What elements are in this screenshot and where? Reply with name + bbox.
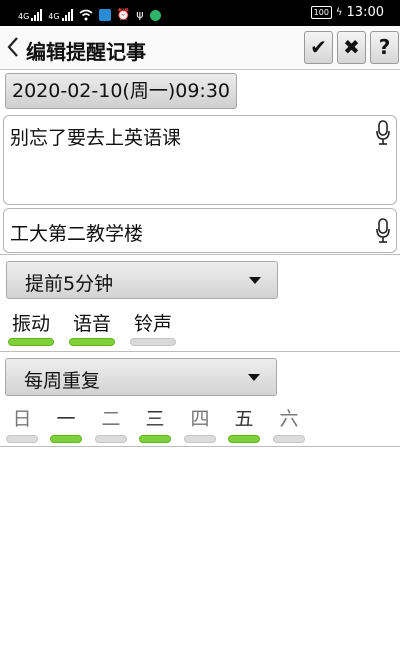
day-label: 一 xyxy=(56,408,76,430)
toggle-label: 语音 xyxy=(72,313,111,335)
microphone-icon[interactable] xyxy=(376,120,390,146)
status-right: 100 ϟ 13:00 xyxy=(310,5,384,20)
day-indicator xyxy=(273,435,305,443)
charging-icon: ϟ xyxy=(335,7,343,18)
advance-time-dropdown[interactable]: 提前5分钟 xyxy=(6,261,278,299)
toggle-label: 铃声 xyxy=(133,313,172,335)
content-text: 别忘了要去上英语课 xyxy=(10,127,182,149)
page-title: 编辑提醒记事 xyxy=(26,40,146,64)
day-toggle-sun[interactable]: 日 xyxy=(6,404,38,443)
toggle-indicator xyxy=(8,338,54,346)
divider xyxy=(0,351,400,352)
toggle-label: 振动 xyxy=(11,313,50,335)
help-button[interactable]: ? xyxy=(370,31,399,64)
toggle-voice[interactable]: 语音 xyxy=(69,309,115,346)
day-toggle-thu[interactable]: 四 xyxy=(184,404,216,443)
day-indicator xyxy=(50,435,82,443)
day-toggle-tue[interactable]: 二 xyxy=(95,404,127,443)
day-label: 四 xyxy=(190,408,210,430)
signal-label: 4G xyxy=(48,12,60,21)
day-indicator xyxy=(184,435,216,443)
back-arrow-icon[interactable] xyxy=(4,35,22,59)
day-label: 六 xyxy=(279,408,299,430)
signal-icon: 4G xyxy=(18,9,43,21)
day-toggle-sat[interactable]: 六 xyxy=(273,404,305,443)
day-label: 二 xyxy=(101,408,121,430)
day-toggle-fri[interactable]: 五 xyxy=(228,404,260,443)
app-dot-icon xyxy=(149,10,161,21)
day-indicator xyxy=(6,435,38,443)
content-field[interactable]: 别忘了要去上英语课 xyxy=(3,115,397,205)
clock: 13:00 xyxy=(346,5,384,20)
alarm-icon: ⏰ xyxy=(116,8,131,21)
title-bar: 编辑提醒记事 ✔ ✖ ? xyxy=(0,26,400,70)
divider xyxy=(0,446,400,447)
day-label: 日 xyxy=(12,408,32,430)
signal-icon: 4G xyxy=(48,9,73,21)
divider xyxy=(0,254,400,255)
dropdown-arrow-icon xyxy=(249,277,261,284)
microphone-icon[interactable] xyxy=(376,218,390,244)
battery-icon: 100 xyxy=(310,6,332,19)
signal-label: 4G xyxy=(18,12,30,21)
app-icon xyxy=(98,9,111,21)
datetime-button[interactable]: 2020-02-10(周一)09:30 xyxy=(5,73,237,109)
usb-icon: ψ xyxy=(136,8,144,21)
repeat-value: 每周重复 xyxy=(24,370,101,392)
confirm-button[interactable]: ✔ xyxy=(304,31,333,64)
location-text: 工大第二教学楼 xyxy=(10,223,144,245)
cancel-button[interactable]: ✖ xyxy=(337,31,366,64)
toggle-ringtone[interactable]: 铃声 xyxy=(130,309,176,346)
wifi-icon xyxy=(79,9,93,21)
day-label: 三 xyxy=(145,408,165,430)
day-indicator xyxy=(139,435,171,443)
toggle-indicator xyxy=(130,338,176,346)
location-field[interactable]: 工大第二教学楼 xyxy=(3,208,397,253)
status-bar: 4G 4G ⏰ ψ 100 ϟ 13:00 xyxy=(0,0,400,26)
day-indicator xyxy=(95,435,127,443)
toggle-vibrate[interactable]: 振动 xyxy=(8,309,54,346)
status-icons: 4G 4G ⏰ ψ xyxy=(18,5,161,21)
day-toggle-mon[interactable]: 一 xyxy=(50,404,82,443)
day-toggle-wed[interactable]: 三 xyxy=(139,404,171,443)
day-label: 五 xyxy=(234,408,254,430)
advance-time-value: 提前5分钟 xyxy=(25,273,114,295)
toggle-indicator xyxy=(69,338,115,346)
repeat-dropdown[interactable]: 每周重复 xyxy=(5,358,277,396)
day-indicator xyxy=(228,435,260,443)
dropdown-arrow-icon xyxy=(248,374,260,381)
